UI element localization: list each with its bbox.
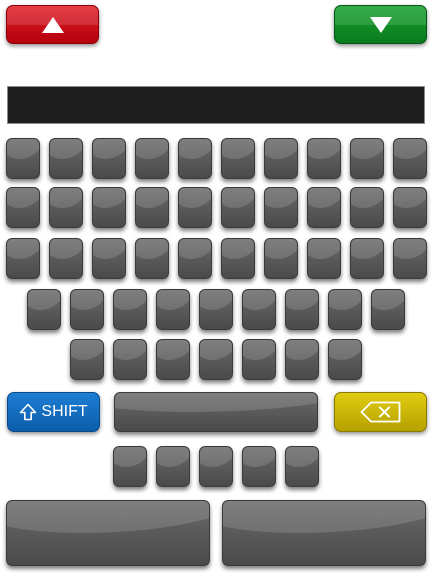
- key[interactable]: [70, 339, 104, 380]
- key[interactable]: [199, 289, 233, 330]
- bottom-left-key[interactable]: [6, 500, 210, 566]
- key[interactable]: [135, 138, 169, 179]
- key[interactable]: [135, 238, 169, 279]
- key[interactable]: [285, 446, 319, 487]
- key[interactable]: [242, 339, 276, 380]
- key[interactable]: [49, 238, 83, 279]
- key[interactable]: [178, 187, 212, 228]
- key[interactable]: [307, 138, 341, 179]
- key[interactable]: [221, 238, 255, 279]
- key[interactable]: [221, 138, 255, 179]
- key[interactable]: [393, 138, 427, 179]
- shift-arrow-icon: [20, 403, 37, 421]
- key[interactable]: [113, 289, 147, 330]
- key[interactable]: [6, 238, 40, 279]
- key[interactable]: [328, 339, 362, 380]
- key[interactable]: [307, 187, 341, 228]
- up-arrow-icon: [41, 16, 64, 33]
- key[interactable]: [199, 446, 233, 487]
- shift-button[interactable]: SHIFT: [7, 392, 100, 432]
- key[interactable]: [178, 238, 212, 279]
- text-display: [7, 86, 425, 124]
- key[interactable]: [264, 238, 298, 279]
- key[interactable]: [328, 289, 362, 330]
- scroll-up-button[interactable]: [6, 5, 99, 44]
- key[interactable]: [264, 138, 298, 179]
- key[interactable]: [156, 446, 190, 487]
- backspace-icon: [360, 401, 400, 423]
- key[interactable]: [242, 289, 276, 330]
- key[interactable]: [92, 187, 126, 228]
- backspace-button[interactable]: [334, 392, 427, 432]
- key[interactable]: [350, 187, 384, 228]
- key[interactable]: [49, 138, 83, 179]
- key[interactable]: [113, 446, 147, 487]
- key[interactable]: [49, 187, 83, 228]
- key[interactable]: [70, 289, 104, 330]
- key[interactable]: [113, 339, 147, 380]
- down-arrow-icon: [369, 16, 392, 33]
- shift-label: SHIFT: [41, 403, 88, 420]
- key[interactable]: [350, 138, 384, 179]
- key[interactable]: [92, 238, 126, 279]
- key[interactable]: [307, 238, 341, 279]
- key[interactable]: [135, 187, 169, 228]
- key[interactable]: [156, 339, 190, 380]
- key[interactable]: [156, 289, 190, 330]
- scroll-down-button[interactable]: [334, 5, 427, 44]
- key[interactable]: [6, 138, 40, 179]
- key[interactable]: [92, 138, 126, 179]
- space-key[interactable]: [114, 392, 318, 432]
- key[interactable]: [221, 187, 255, 228]
- key[interactable]: [264, 187, 298, 228]
- key[interactable]: [393, 238, 427, 279]
- key[interactable]: [285, 339, 319, 380]
- key[interactable]: [27, 289, 61, 330]
- bottom-right-key[interactable]: [222, 500, 426, 566]
- key[interactable]: [393, 187, 427, 228]
- key[interactable]: [371, 289, 405, 330]
- key[interactable]: [6, 187, 40, 228]
- key[interactable]: [199, 339, 233, 380]
- key[interactable]: [242, 446, 276, 487]
- key[interactable]: [285, 289, 319, 330]
- key[interactable]: [350, 238, 384, 279]
- key[interactable]: [178, 138, 212, 179]
